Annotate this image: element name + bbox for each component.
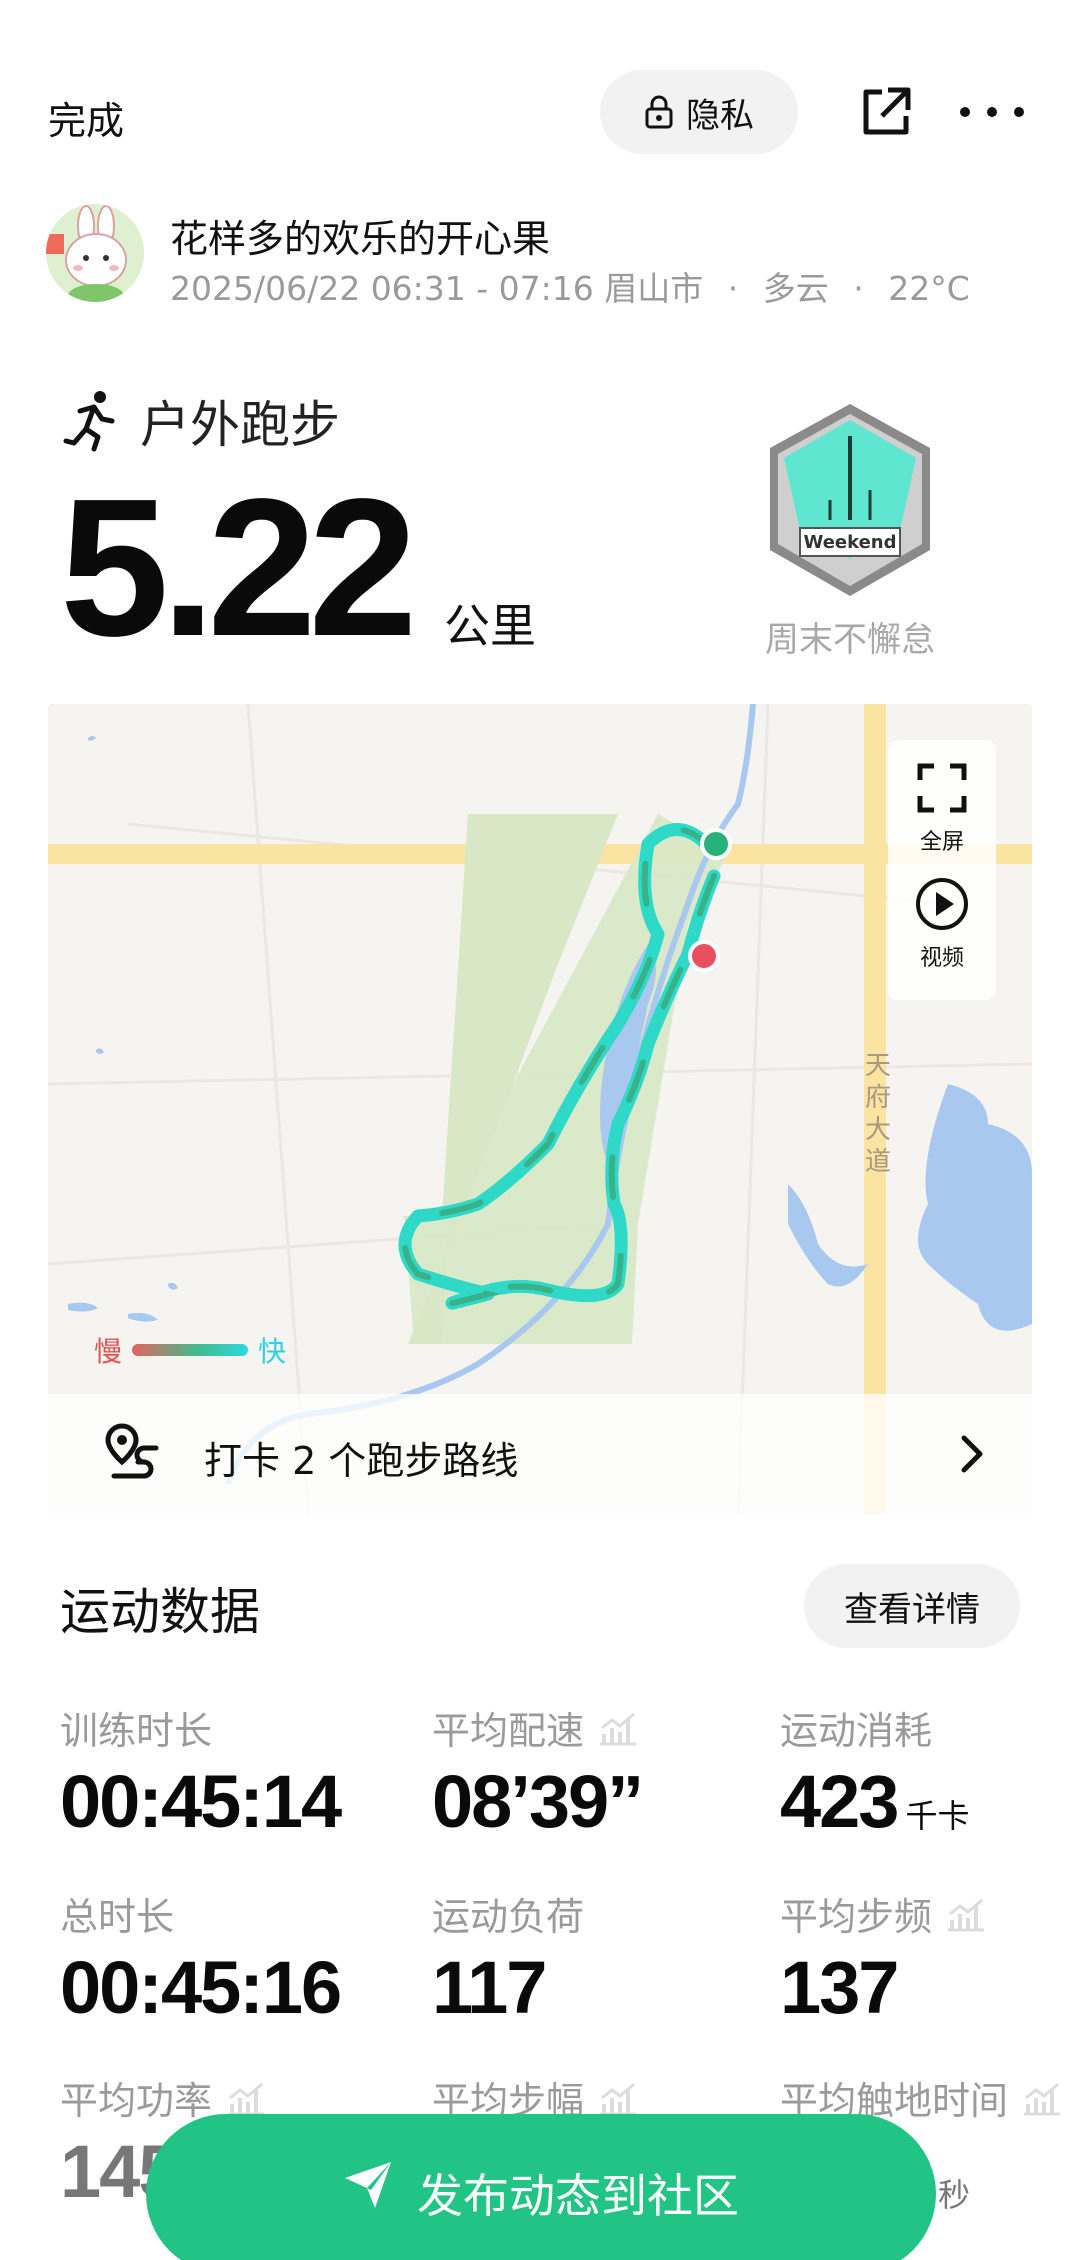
fullscreen-icon[interactable] bbox=[916, 762, 968, 814]
lock-icon bbox=[645, 95, 673, 129]
workout-meta: 2025/06/22 06:31 - 07:16 眉山市 · 多云 · 22°C bbox=[170, 262, 970, 310]
chart-icon bbox=[600, 1712, 637, 1745]
separator: · bbox=[853, 269, 864, 308]
stat-training-load: 运动负荷 117 bbox=[432, 1886, 584, 2030]
done-button[interactable]: 完成 bbox=[48, 90, 124, 145]
publish-to-community-button[interactable]: 发布动态到社区 bbox=[146, 2114, 936, 2260]
map-canvas: 天府大道 bbox=[48, 704, 1032, 1514]
stat-label: 运动负荷 bbox=[432, 1895, 585, 1939]
username: 花样多的欢乐的开心果 bbox=[170, 217, 551, 261]
stat-value: 423 bbox=[780, 1760, 899, 1843]
stat-label: 平均配速 bbox=[432, 1709, 585, 1753]
publish-label: 发布动态到社区 bbox=[417, 2169, 739, 2223]
stat-label: 运动消耗 bbox=[780, 1709, 933, 1753]
stat-value: 137 bbox=[780, 1946, 899, 2029]
chart-icon bbox=[228, 2082, 265, 2115]
chart-icon bbox=[1024, 2082, 1061, 2115]
time-range: 2025/06/22 06:31 - 07:16 bbox=[170, 269, 594, 308]
legend-fast: 快 bbox=[258, 1335, 287, 1368]
stat-label: 平均步频 bbox=[780, 1895, 933, 1939]
badge-name: 周末不懈怠 bbox=[765, 620, 935, 660]
distance-value: 5.22 bbox=[60, 458, 417, 677]
separator: · bbox=[727, 269, 739, 308]
avatar[interactable] bbox=[46, 204, 144, 302]
location: 眉山市 bbox=[604, 269, 704, 308]
runner-icon bbox=[63, 391, 115, 452]
stat-avg-cadence[interactable]: 平均步频 137 bbox=[780, 1886, 986, 2030]
map-controls: 全屏 视频 bbox=[888, 740, 996, 1000]
distance-unit: 公里 bbox=[444, 599, 536, 653]
stat-training-duration: 训练时长 00:45:14 bbox=[60, 1700, 342, 1844]
send-icon bbox=[345, 2162, 391, 2208]
stat-label: 训练时长 bbox=[60, 1709, 213, 1753]
badge-text: Weekend bbox=[803, 532, 896, 553]
stat-unit: 千卡 bbox=[905, 1797, 970, 1835]
weather: 多云 bbox=[762, 269, 829, 308]
workout-type-label: 户外跑步 bbox=[140, 396, 340, 454]
share-icon[interactable] bbox=[858, 84, 914, 140]
stat-total-duration: 总时长 00:45:16 bbox=[60, 1886, 342, 2030]
workout-type: 户外跑步 bbox=[62, 386, 340, 456]
stat-value: 117 bbox=[432, 1946, 547, 2029]
stat-value: 00:45:14 bbox=[60, 1760, 342, 1843]
stat-unit: 秒 bbox=[938, 2176, 971, 2214]
stat-label: 总时长 bbox=[60, 1895, 175, 1939]
route-checkin-row[interactable]: 打卡 2 个跑步路线 bbox=[48, 1394, 1032, 1514]
temperature: 22°C bbox=[888, 269, 970, 308]
play-icon[interactable] bbox=[914, 876, 970, 932]
stat-calories: 运动消耗 423 千卡 bbox=[780, 1700, 969, 1844]
view-details-button[interactable]: 查看详情 bbox=[804, 1564, 1020, 1648]
legend-gradient bbox=[132, 1344, 249, 1356]
privacy-label: 隐私 bbox=[686, 95, 754, 136]
speed-legend: 慢 快 bbox=[94, 1330, 286, 1370]
chevron-right-icon bbox=[961, 1435, 983, 1473]
stats-title: 运动数据 bbox=[60, 1583, 260, 1641]
privacy-button[interactable]: 隐私 bbox=[600, 70, 798, 154]
weekend-badge-icon[interactable]: Weekend bbox=[760, 400, 940, 600]
stat-value: 00:45:16 bbox=[60, 1946, 342, 2029]
fullscreen-label[interactable]: 全屏 bbox=[888, 824, 996, 856]
stat-label: 平均功率 bbox=[60, 2079, 213, 2123]
route-map[interactable]: 天府大道 全屏 视频 慢 快 打卡 2 个跑步路线 bbox=[48, 704, 1032, 1514]
user-info: 花样多的欢乐的开心果 2025/06/22 06:31 - 07:16 眉山市 … bbox=[46, 204, 1046, 308]
stat-avg-pace[interactable]: 平均配速 08’39” bbox=[432, 1700, 644, 1844]
video-label[interactable]: 视频 bbox=[888, 940, 996, 972]
chart-icon bbox=[600, 2082, 637, 2115]
legend-slow: 慢 bbox=[94, 1335, 123, 1368]
chart-icon bbox=[948, 1898, 985, 1931]
top-bar: 完成 隐私 bbox=[0, 70, 1080, 160]
route-checkin-text: 打卡 2 个跑步路线 bbox=[204, 1439, 519, 1483]
stat-value: 08’39” bbox=[432, 1760, 644, 1843]
more-icon[interactable] bbox=[960, 84, 1024, 140]
route-icon bbox=[105, 1423, 159, 1479]
